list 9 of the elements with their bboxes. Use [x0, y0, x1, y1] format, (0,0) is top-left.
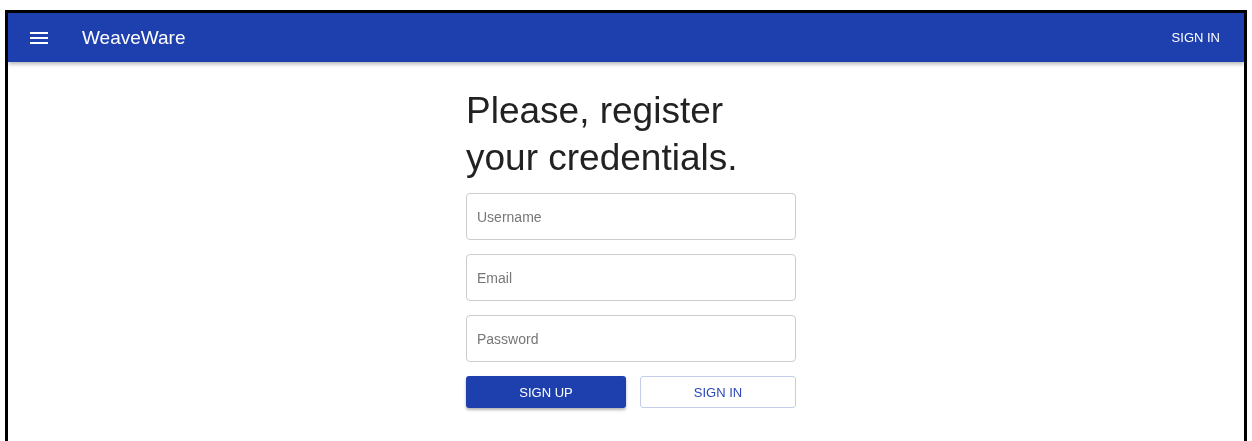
sign-up-button[interactable]: SIGN UP [466, 376, 626, 408]
menu-icon[interactable] [30, 31, 48, 44]
app-name: WeaveWare [82, 26, 186, 49]
input-field[interactable]: Email [466, 254, 796, 301]
sign-in-link[interactable]: SIGN IN [1171, 26, 1220, 49]
input-field[interactable]: Username [466, 193, 796, 240]
input-field[interactable]: Password [466, 315, 796, 362]
page-heading: Please, register your credentials. [466, 89, 739, 180]
sign-in-button[interactable]: SIGN IN [640, 376, 796, 408]
